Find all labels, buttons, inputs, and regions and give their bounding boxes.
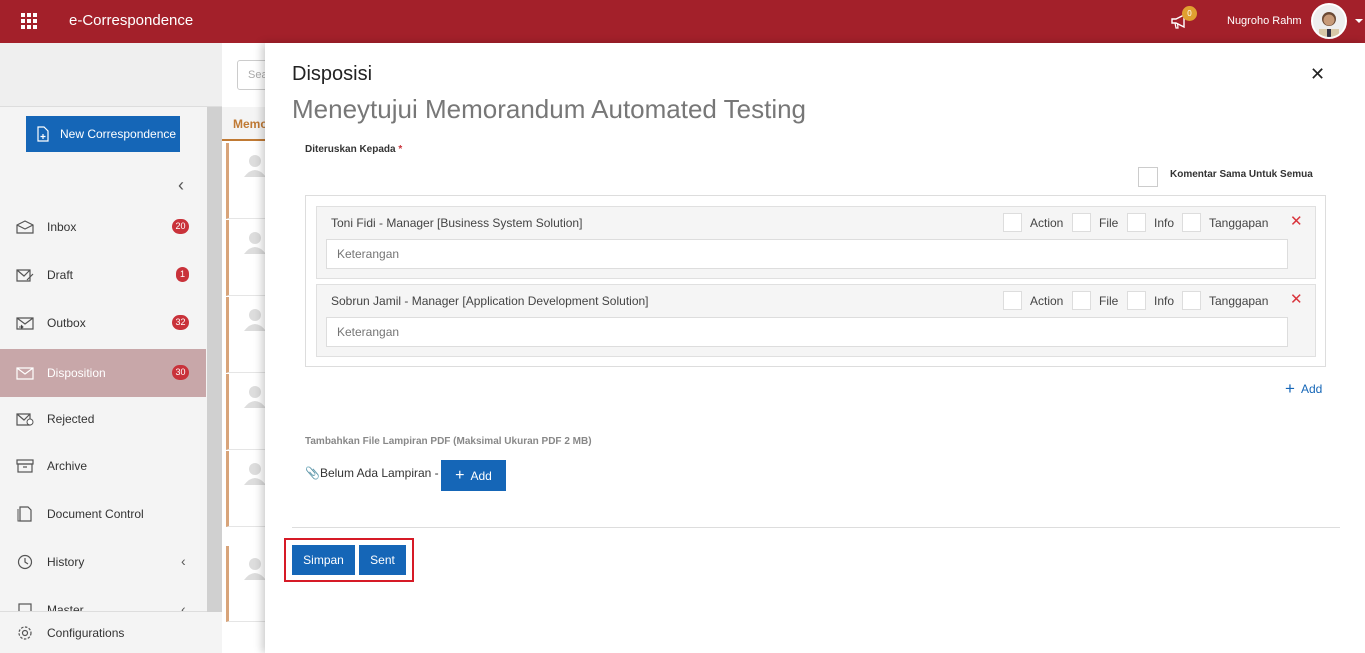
disposition-count-badge: 30 xyxy=(172,365,189,380)
avatar[interactable] xyxy=(1311,3,1347,39)
recipient-name: Toni Fidi - Manager [Business System Sol… xyxy=(331,216,583,230)
sent-button[interactable]: Sent xyxy=(359,545,406,575)
new-correspondence-label: New Correspondence xyxy=(60,127,177,141)
sidebar-item-label: Inbox xyxy=(47,220,77,234)
sidebar-item-label: History xyxy=(47,555,85,569)
sidebar-item-label: Outbox xyxy=(47,316,86,330)
sidebar-item-label: Document Control xyxy=(47,507,144,521)
top-bar: e-Correspondence 0 Nugroho Rahm xyxy=(0,0,1365,43)
plus-icon: + xyxy=(1285,379,1295,398)
outbox-count-badge: 32 xyxy=(172,315,189,330)
info-label: Info xyxy=(1154,294,1175,308)
new-document-icon xyxy=(37,126,49,142)
new-correspondence-button[interactable]: New Correspondence xyxy=(26,116,180,152)
collapse-sidebar-chevron-icon[interactable]: ‹ xyxy=(178,175,184,196)
recipient-note-input[interactable] xyxy=(326,239,1288,269)
paperclip-icon: 📎 xyxy=(305,466,320,480)
close-icon[interactable]: ✕ xyxy=(1310,64,1325,85)
disposition-icon xyxy=(15,365,35,381)
user-placeholder-icon xyxy=(244,155,266,177)
disposition-modal: Disposisi Meneytujui Memorandum Automate… xyxy=(265,43,1365,653)
tanggapan-label: Tanggapan xyxy=(1209,294,1269,308)
gear-icon xyxy=(15,625,35,641)
same-comment-label: Komentar Sama Untuk Semua xyxy=(1170,169,1313,180)
user-placeholder-icon xyxy=(244,386,266,408)
user-placeholder-icon xyxy=(244,309,266,331)
modal-subtitle: Meneytujui Memorandum Automated Testing xyxy=(292,94,807,124)
tanggapan-checkbox[interactable] xyxy=(1182,291,1201,310)
sidebar-item-label: Disposition xyxy=(47,366,106,380)
app-title: e-Correspondence xyxy=(69,12,194,29)
sidebar-item-label: Archive xyxy=(47,459,88,473)
plus-icon: + xyxy=(455,466,465,484)
sidebar-item-label: Configurations xyxy=(47,625,125,640)
same-comment-checkbox[interactable] xyxy=(1138,167,1158,187)
action-checkbox[interactable] xyxy=(1003,213,1022,232)
attachment-label: Tambahkan File Lampiran PDF (Maksimal Uk… xyxy=(305,436,592,447)
info-checkbox[interactable] xyxy=(1127,213,1146,232)
add-attachment-button[interactable]: + Add xyxy=(441,460,506,491)
action-checkbox[interactable] xyxy=(1003,291,1022,310)
sidebar-item-document-control[interactable]: Document Control xyxy=(0,490,206,538)
recipient-name: Sobrun Jamil - Manager [Application Deve… xyxy=(331,294,649,308)
sidebar-item-outbox[interactable]: Outbox 32 xyxy=(0,299,206,347)
sidebar-item-label: Draft xyxy=(47,268,74,282)
sidebar-item-label: Rejected xyxy=(47,412,95,426)
draft-count-badge: 1 xyxy=(176,267,189,282)
modal-title: Disposisi xyxy=(292,63,373,85)
tanggapan-checkbox[interactable] xyxy=(1182,213,1201,232)
outbox-icon xyxy=(15,315,35,331)
info-label: Info xyxy=(1154,216,1175,230)
file-checkbox[interactable] xyxy=(1072,291,1091,310)
save-button[interactable]: Simpan xyxy=(292,545,355,575)
sidebar-item-draft[interactable]: Draft 1 xyxy=(0,251,206,299)
tanggapan-label: Tanggapan xyxy=(1209,216,1269,230)
recipient-row: Toni Fidi - Manager [Business System Sol… xyxy=(316,206,1316,279)
sidebar-scrollbar[interactable] xyxy=(207,107,222,612)
inbox-icon xyxy=(15,219,35,235)
history-chevron-icon: ‹ xyxy=(181,553,186,569)
user-placeholder-icon xyxy=(244,558,266,580)
document-control-icon xyxy=(15,506,35,522)
sidebar-item-history[interactable]: History ‹ xyxy=(0,538,206,586)
rejected-icon xyxy=(15,411,35,427)
attachment-status: 📎Belum Ada Lampiran - xyxy=(305,466,439,480)
user-name[interactable]: Nugroho Rahm xyxy=(1227,15,1302,27)
sidebar-item-disposition[interactable]: Disposition 30 xyxy=(0,349,206,397)
recipients-label: Diteruskan Kepada * xyxy=(305,144,403,155)
draft-icon xyxy=(15,267,35,283)
user-placeholder-icon xyxy=(244,463,266,485)
apps-grid-icon[interactable] xyxy=(21,13,37,29)
sidebar-item-inbox[interactable]: Inbox 20 xyxy=(0,203,206,251)
file-checkbox[interactable] xyxy=(1072,213,1091,232)
info-checkbox[interactable] xyxy=(1127,291,1146,310)
sidebar: New Correspondence ‹ Inbox 20 Draft 1 Ou… xyxy=(0,43,222,653)
add-attachment-label: Add xyxy=(470,468,492,483)
action-label: Action xyxy=(1030,216,1064,230)
file-label: File xyxy=(1099,294,1119,308)
remove-recipient-icon[interactable]: ✕ xyxy=(1290,212,1303,230)
recipients-panel: Toni Fidi - Manager [Business System Sol… xyxy=(305,195,1326,367)
add-recipient-button[interactable]: + Add xyxy=(1285,379,1323,398)
sidebar-item-configurations[interactable]: Configurations xyxy=(0,611,222,653)
sidebar-item-rejected[interactable]: Rejected xyxy=(0,395,206,443)
sidebar-item-archive[interactable]: Archive xyxy=(0,442,206,490)
divider xyxy=(292,527,1340,528)
recipient-row: Sobrun Jamil - Manager [Application Deve… xyxy=(316,284,1316,357)
notification-badge: 0 xyxy=(1182,6,1197,21)
user-placeholder-icon xyxy=(244,232,266,254)
required-mark: * xyxy=(398,144,403,155)
archive-icon xyxy=(15,458,35,474)
history-icon xyxy=(15,554,35,570)
action-label: Action xyxy=(1030,294,1064,308)
add-recipient-label: Add xyxy=(1300,382,1323,396)
file-label: File xyxy=(1099,216,1119,230)
recipient-note-input[interactable] xyxy=(326,317,1288,347)
user-menu-caret-icon[interactable] xyxy=(1355,19,1363,23)
remove-recipient-icon[interactable]: ✕ xyxy=(1290,290,1303,308)
sidebar-header xyxy=(0,43,222,107)
inbox-count-badge: 20 xyxy=(172,219,189,234)
